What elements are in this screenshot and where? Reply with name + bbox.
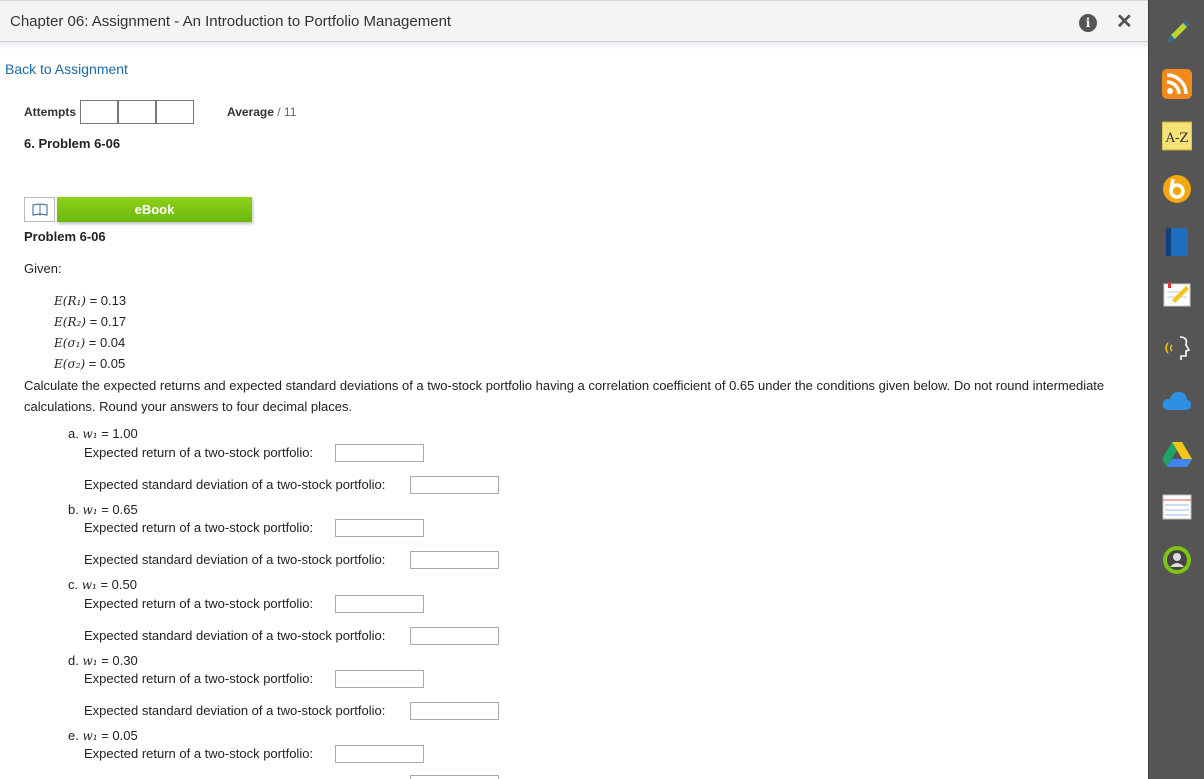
given-lhs: E(R₂) (54, 315, 86, 329)
b-logo-icon[interactable] (1162, 174, 1192, 204)
given-label: Given: (24, 261, 62, 276)
part-letter: a. (68, 426, 79, 441)
ebook-button[interactable]: eBook (57, 197, 252, 222)
divider (0, 42, 1148, 50)
given-line: E(R₁) = 0.13 (54, 293, 126, 308)
return-label: Expected return of a two-stock portfolio… (84, 671, 313, 686)
part-e-label: e. w₁ = 0.05 (68, 728, 138, 743)
part-e-return-input[interactable] (335, 745, 424, 763)
az-label: A-Z (1165, 131, 1189, 146)
weight-var: w₁ (82, 654, 97, 668)
part-letter: c. (68, 577, 78, 592)
sd-label: Expected standard deviation of a two-sto… (84, 552, 385, 567)
average-label-text: Average (227, 105, 274, 119)
given-lhs: E(σ₂) (54, 357, 85, 371)
given-rhs: = 0.05 (89, 356, 126, 371)
az-glossary-icon[interactable]: A-Z (1162, 121, 1192, 151)
part-c-return-input[interactable] (335, 595, 424, 613)
part-a-return-input[interactable] (335, 444, 424, 462)
weight-value: = 0.65 (101, 502, 138, 517)
return-label: Expected return of a two-stock portfolio… (84, 596, 313, 611)
part-b-return-input[interactable] (335, 519, 424, 537)
assignment-panel: Chapter 06: Assignment - An Introduction… (0, 0, 1148, 779)
part-d-label: d. w₁ = 0.30 (68, 653, 138, 668)
given-rhs: = 0.04 (89, 335, 126, 350)
weight-value: = 1.00 (101, 426, 138, 441)
given-lhs: E(R₁) (54, 294, 86, 308)
back-to-assignment-link[interactable]: Back to Assignment (5, 61, 128, 77)
part-d-return-input[interactable] (335, 670, 424, 688)
return-label: Expected return of a two-stock portfolio… (84, 746, 313, 761)
given-rhs: = 0.17 (90, 314, 127, 329)
attempt-box (156, 100, 194, 124)
text-to-speech-icon[interactable] (1162, 333, 1192, 363)
weight-var: w₁ (82, 578, 97, 592)
weight-var: w₁ (82, 503, 97, 517)
part-c-sd-input[interactable] (410, 627, 499, 645)
pencil-icon[interactable] (1162, 17, 1192, 47)
notepad-icon[interactable] (1162, 280, 1192, 310)
return-label: Expected return of a two-stock portfolio… (84, 520, 313, 535)
attempts-label: Attempts (24, 105, 76, 119)
given-line: E(R₂) = 0.17 (54, 314, 126, 329)
window-title: Chapter 06: Assignment - An Introduction… (10, 13, 451, 30)
average-label: Average / 11 (227, 105, 296, 119)
part-a-sd-input[interactable] (410, 476, 499, 494)
attempt-box (118, 100, 156, 124)
part-b-label: b. w₁ = 0.65 (68, 502, 138, 517)
title-bar: Chapter 06: Assignment - An Introduction… (0, 0, 1148, 42)
part-letter: d. (68, 653, 79, 668)
index-card-icon[interactable] (1162, 492, 1192, 522)
part-letter: e. (68, 728, 79, 743)
book-icon[interactable] (24, 197, 55, 222)
weight-var: w₁ (82, 427, 97, 441)
google-drive-icon[interactable] (1162, 439, 1192, 469)
cloud-icon[interactable] (1162, 386, 1192, 416)
given-lhs: E(σ₁) (54, 336, 85, 350)
question-title: 6. Problem 6-06 (24, 136, 120, 151)
part-e-sd-input[interactable] (410, 775, 499, 779)
weight-var: w₁ (82, 729, 97, 743)
tools-sidebar: A-Z (1148, 0, 1204, 779)
given-rhs: = 0.13 (90, 293, 127, 308)
weight-value: = 0.05 (101, 728, 138, 743)
sd-label: Expected standard deviation of a two-sto… (84, 477, 385, 492)
given-line: E(σ₂) = 0.05 (54, 356, 125, 371)
info-icon[interactable]: i (1079, 14, 1097, 32)
rss-icon[interactable] (1162, 69, 1192, 99)
problem-title: Problem 6-06 (24, 229, 106, 244)
user-profile-icon[interactable] (1162, 545, 1192, 575)
return-label: Expected return of a two-stock portfolio… (84, 445, 313, 460)
weight-value: = 0.50 (100, 577, 137, 592)
attempt-box (80, 100, 118, 124)
problem-prompt: Calculate the expected returns and expec… (24, 375, 1114, 417)
blue-book-icon[interactable] (1162, 227, 1192, 257)
part-d-sd-input[interactable] (410, 702, 499, 720)
close-icon[interactable]: ✕ (1116, 10, 1133, 34)
weight-value: = 0.30 (101, 653, 138, 668)
average-value: / 11 (277, 105, 296, 119)
sd-label: Expected standard deviation of a two-sto… (84, 703, 385, 718)
part-a-label: a. w₁ = 1.00 (68, 426, 138, 441)
part-b-sd-input[interactable] (410, 551, 499, 569)
given-line: E(σ₁) = 0.04 (54, 335, 125, 350)
part-c-label: c. w₁ = 0.50 (68, 577, 137, 592)
part-letter: b. (68, 502, 79, 517)
sd-label: Expected standard deviation of a two-sto… (84, 628, 385, 643)
